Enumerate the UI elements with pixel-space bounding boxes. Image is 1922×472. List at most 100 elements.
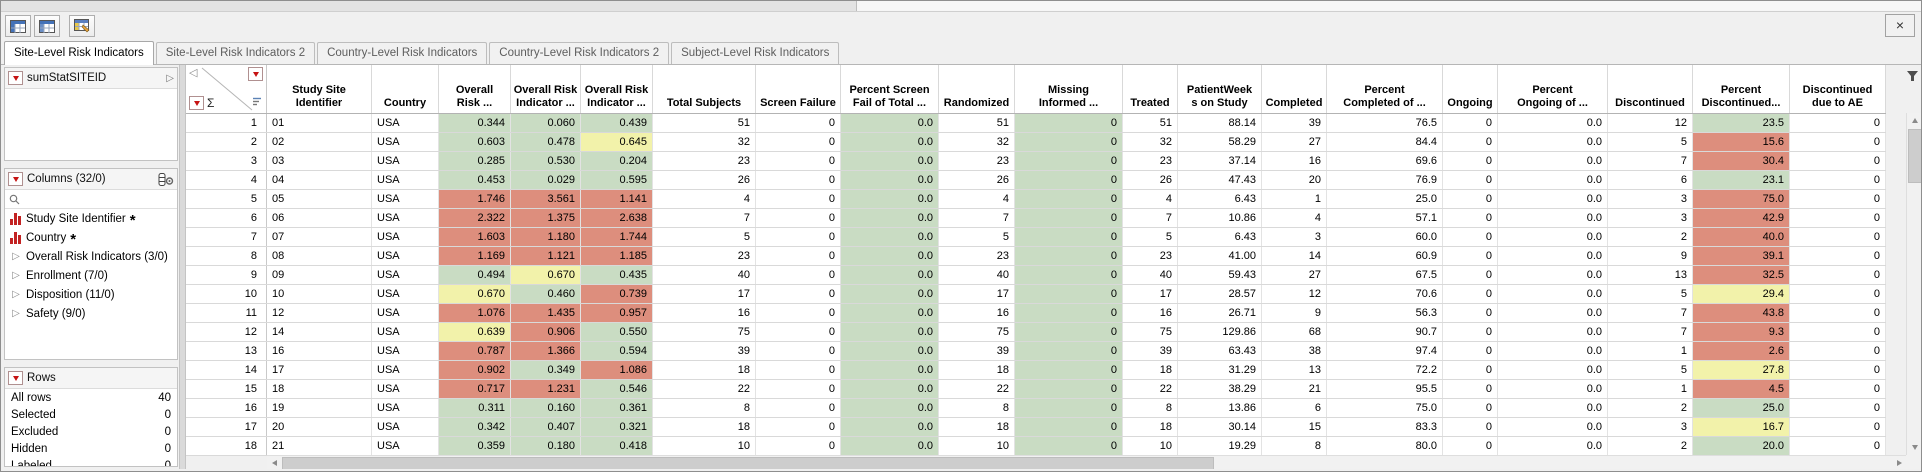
cell[interactable]: USA bbox=[372, 114, 439, 132]
cell[interactable]: 7 bbox=[1123, 209, 1178, 227]
cell[interactable]: 18 bbox=[1123, 418, 1178, 436]
cell[interactable]: 09 bbox=[267, 266, 372, 284]
columns-menu-icon[interactable] bbox=[248, 67, 263, 81]
cell[interactable]: 04 bbox=[267, 171, 372, 189]
cell[interactable]: 0 bbox=[1790, 114, 1886, 132]
cell[interactable]: 0.0 bbox=[1498, 418, 1608, 436]
cell[interactable]: 0.0 bbox=[841, 285, 939, 303]
cell[interactable]: 129.86 bbox=[1178, 323, 1262, 341]
rows-menu-icon[interactable] bbox=[189, 96, 204, 110]
cell[interactable]: 41.00 bbox=[1178, 247, 1262, 265]
cell[interactable]: 0.0 bbox=[1498, 228, 1608, 246]
column-header[interactable]: Discontinued bbox=[1608, 65, 1693, 113]
cell[interactable]: 0.670 bbox=[439, 285, 511, 303]
cell[interactable]: 16 bbox=[653, 304, 756, 322]
cell[interactable]: 0.530 bbox=[511, 152, 581, 170]
cell[interactable]: 23 bbox=[653, 247, 756, 265]
cell[interactable]: 69.6 bbox=[1327, 152, 1443, 170]
cell[interactable]: 3.561 bbox=[511, 190, 581, 208]
cell[interactable]: 0.060 bbox=[511, 114, 581, 132]
cell[interactable]: 0 bbox=[1015, 399, 1123, 417]
cell[interactable]: 3 bbox=[1262, 228, 1327, 246]
cell[interactable]: USA bbox=[372, 285, 439, 303]
cell[interactable]: 1 bbox=[1608, 380, 1693, 398]
cell[interactable]: 39 bbox=[939, 342, 1015, 360]
column-header[interactable]: Country bbox=[372, 65, 439, 113]
cell[interactable]: 0 bbox=[756, 190, 841, 208]
cell[interactable]: 8 bbox=[1262, 437, 1327, 455]
cell[interactable]: 0.0 bbox=[841, 304, 939, 322]
cell[interactable]: 0.0 bbox=[1498, 342, 1608, 360]
cell[interactable]: 5 bbox=[1608, 361, 1693, 379]
cell[interactable]: 0 bbox=[756, 171, 841, 189]
cell[interactable]: 75.0 bbox=[1693, 190, 1790, 208]
cell[interactable]: 27.8 bbox=[1693, 361, 1790, 379]
cell[interactable]: 0.0 bbox=[1498, 152, 1608, 170]
cell[interactable]: 27 bbox=[1262, 133, 1327, 151]
cell[interactable]: 0 bbox=[1443, 437, 1498, 455]
cell[interactable]: 0 bbox=[1015, 152, 1123, 170]
cell[interactable]: USA bbox=[372, 399, 439, 417]
cell[interactable]: 59.43 bbox=[1178, 266, 1262, 284]
cell[interactable]: 4 bbox=[1262, 209, 1327, 227]
panel-splitter[interactable] bbox=[4, 161, 178, 168]
cell[interactable]: 40 bbox=[653, 266, 756, 284]
cell[interactable]: 0.0 bbox=[1498, 399, 1608, 417]
row-number-cell[interactable]: 8 bbox=[186, 247, 267, 265]
cell[interactable]: 0 bbox=[1790, 323, 1886, 341]
row-number-cell[interactable]: 15 bbox=[186, 380, 267, 398]
close-button[interactable]: × bbox=[1885, 14, 1915, 37]
cell[interactable]: 6.43 bbox=[1178, 190, 1262, 208]
cell[interactable]: 0.160 bbox=[511, 399, 581, 417]
cell[interactable]: 1.366 bbox=[511, 342, 581, 360]
cell[interactable]: 4 bbox=[1123, 190, 1178, 208]
cell[interactable]: 25.0 bbox=[1693, 399, 1790, 417]
scroll-down-button[interactable] bbox=[1907, 440, 1921, 455]
cell[interactable]: 0.342 bbox=[439, 418, 511, 436]
column-header[interactable]: Missing Informed ... bbox=[1015, 65, 1123, 113]
cell[interactable]: 0.0 bbox=[841, 437, 939, 455]
cell[interactable]: 0 bbox=[1443, 342, 1498, 360]
cell[interactable]: 0.0 bbox=[1498, 114, 1608, 132]
row-number-cell[interactable]: 16 bbox=[186, 399, 267, 417]
horizontal-scroll-thumb[interactable] bbox=[282, 457, 1214, 469]
cell[interactable]: USA bbox=[372, 437, 439, 455]
cell[interactable]: 51 bbox=[653, 114, 756, 132]
cell[interactable]: 0.0 bbox=[1498, 304, 1608, 322]
cell[interactable]: 02 bbox=[267, 133, 372, 151]
cell[interactable]: 0 bbox=[1443, 380, 1498, 398]
cell[interactable]: 10 bbox=[653, 437, 756, 455]
cell[interactable]: 18 bbox=[653, 361, 756, 379]
cell[interactable]: 0 bbox=[756, 209, 841, 227]
cell[interactable]: 32 bbox=[939, 133, 1015, 151]
cell[interactable]: 0 bbox=[1015, 437, 1123, 455]
cell[interactable]: 0.0 bbox=[841, 266, 939, 284]
cell[interactable]: 97.4 bbox=[1327, 342, 1443, 360]
cell[interactable]: 0 bbox=[756, 418, 841, 436]
cell[interactable]: 13.86 bbox=[1178, 399, 1262, 417]
tab-3[interactable]: Country-Level Risk Indicators bbox=[317, 42, 488, 64]
cell[interactable]: 26 bbox=[653, 171, 756, 189]
cell[interactable]: 17 bbox=[1123, 285, 1178, 303]
cell[interactable]: 0 bbox=[1790, 361, 1886, 379]
cell[interactable]: 75 bbox=[653, 323, 756, 341]
cell[interactable]: 0 bbox=[1015, 209, 1123, 227]
scroll-up-button[interactable] bbox=[1907, 113, 1921, 128]
cell[interactable]: 42.9 bbox=[1693, 209, 1790, 227]
cell[interactable]: 0 bbox=[1790, 171, 1886, 189]
cell[interactable]: 0.285 bbox=[439, 152, 511, 170]
column-list-item[interactable]: Study Site Identifier * bbox=[5, 209, 177, 228]
cell[interactable]: 0 bbox=[1790, 342, 1886, 360]
column-header[interactable]: Percent Discontinued... bbox=[1693, 65, 1790, 113]
cell[interactable]: 0 bbox=[1443, 323, 1498, 341]
cell[interactable]: 1.603 bbox=[439, 228, 511, 246]
cell[interactable]: 0.0 bbox=[1498, 361, 1608, 379]
cell[interactable]: 8 bbox=[939, 399, 1015, 417]
cell[interactable]: 12 bbox=[1608, 114, 1693, 132]
cell[interactable]: 1.169 bbox=[439, 247, 511, 265]
cell[interactable]: 23.1 bbox=[1693, 171, 1790, 189]
cell[interactable]: 4.5 bbox=[1693, 380, 1790, 398]
cell[interactable]: 2 bbox=[1608, 228, 1693, 246]
cell[interactable]: 0 bbox=[1015, 304, 1123, 322]
cell[interactable]: 38 bbox=[1262, 342, 1327, 360]
